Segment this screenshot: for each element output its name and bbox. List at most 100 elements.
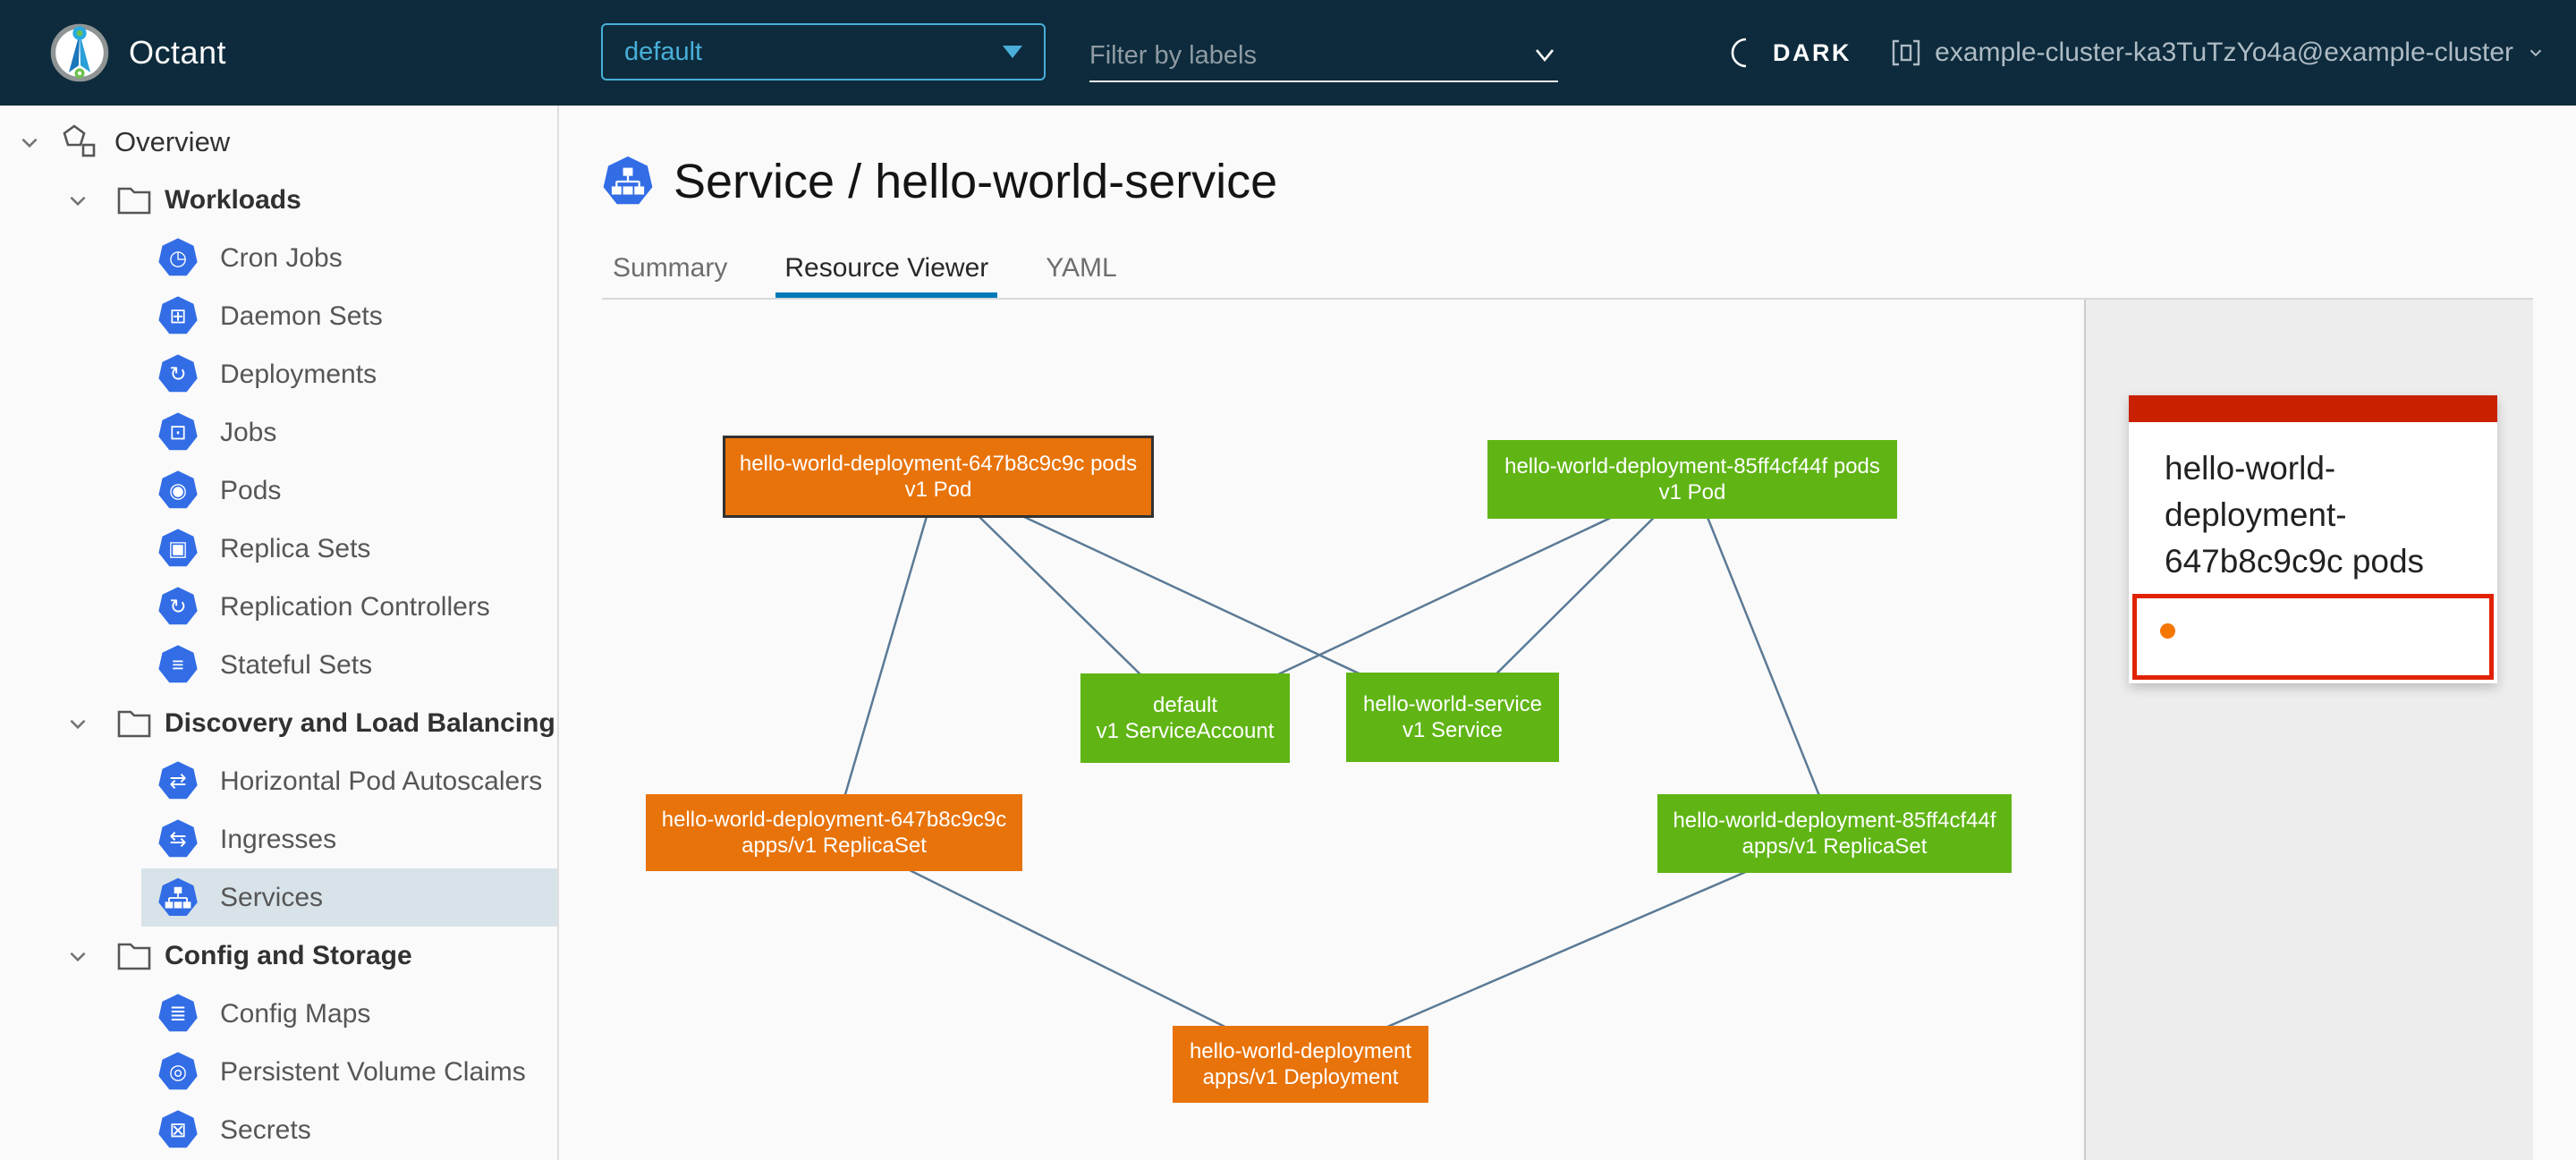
folder-icon — [114, 704, 154, 743]
chevron-down-icon[interactable] — [66, 712, 107, 735]
sidebar-item-deployments[interactable]: ↻ Deployments — [141, 345, 557, 403]
sidebar-item-label: Services — [220, 883, 323, 913]
graph-node-deployment[interactable]: hello-world-deploymentapps/v1 Deployment — [1173, 1026, 1428, 1103]
cluster-icon — [1890, 37, 1922, 69]
graph-node-kind: apps/v1 ReplicaSet — [1742, 834, 1928, 859]
chevron-down-icon[interactable] — [18, 131, 59, 154]
sidebar-item-daemon-sets[interactable]: ⊞Daemon Sets — [141, 287, 557, 345]
resource-viewer-canvas[interactable]: hello-world-deployment-647b8c9c9c podsv1… — [559, 300, 2084, 1160]
graph-node-name: hello-world-deployment-647b8c9c9c pods — [740, 451, 1137, 477]
app-header: Octant default DARK example-cluster-ka3T… — [0, 0, 2576, 106]
folder-icon — [114, 936, 154, 976]
chevron-down-icon[interactable] — [1531, 45, 1558, 66]
service-icon — [602, 156, 654, 207]
graph-node-kind: v1 Service — [1402, 717, 1503, 743]
page-title: Service / hello-world-service — [602, 154, 1277, 209]
secrets-icon: ⊠ — [157, 1110, 199, 1151]
sidebar-item-label: Config and Storage — [165, 941, 412, 971]
graph-node-name: hello-world-deployment-85ff4cf44f pods — [1504, 453, 1880, 479]
tab-summary[interactable]: Summary — [604, 238, 736, 299]
graph-node-pod-85f[interactable]: hello-world-deployment-85ff4cf44f podsv1… — [1487, 440, 1897, 519]
sidebar-item-jobs[interactable]: ⊡ Jobs — [141, 403, 557, 461]
sidebar-item-cron-jobs[interactable]: ◷ Cron Jobs — [141, 229, 557, 287]
graph-node-rs-647[interactable]: hello-world-deployment-647b8c9c9capps/v1… — [646, 794, 1022, 871]
pod-status-dot[interactable] — [2160, 623, 2175, 639]
filter-by-labels-input[interactable] — [1089, 41, 1531, 71]
sidebar-item-label: Cron Jobs — [220, 243, 343, 274]
sidebar-item-secrets[interactable]: ⊠ Secrets — [141, 1101, 557, 1159]
cron-jobs-icon: ◷ — [157, 238, 199, 279]
sidebar-item-label: Secrets — [220, 1115, 311, 1146]
tab-bar: Summary Resource Viewer YAML — [604, 238, 1165, 299]
graph-node-rs-85f[interactable]: hello-world-deployment-85ff4cf44fapps/v1… — [1657, 794, 2012, 873]
sidebar-item-label: Ingresses — [220, 825, 336, 855]
pod-status-box[interactable] — [2132, 594, 2494, 680]
graph-node-name: hello-world-deployment-647b8c9c9c — [662, 807, 1007, 833]
stateful-sets-icon: ≡ — [157, 645, 199, 686]
deployments-icon: ↻ — [157, 354, 199, 395]
graph-node-kind: v1 ServiceAccount — [1097, 718, 1275, 744]
sidebar-item-label: Daemon Sets — [220, 301, 383, 332]
sidebar-item-label: Horizontal Pod Autoscalers — [220, 766, 542, 797]
graph-node-kind: v1 Pod — [905, 477, 972, 503]
folder-icon — [114, 181, 154, 220]
sidebar-item-label: Workloads — [165, 185, 301, 216]
sidebar-item-replication-controllers[interactable]: ↻ Replication Controllers — [141, 578, 557, 636]
graph-edge-pod-85f-rs-85f — [1692, 479, 1835, 834]
graph-node-kind: apps/v1 Deployment — [1203, 1064, 1399, 1090]
graph-node-sa-default[interactable]: defaultv1 ServiceAccount — [1080, 673, 1290, 763]
sidebar-item-label: Stateful Sets — [220, 650, 372, 681]
sidebar-item-services[interactable]: Services — [141, 868, 557, 927]
graph-node-svc-hello-world-service[interactable]: hello-world-servicev1 Service — [1346, 673, 1559, 762]
sidebar-item-label: Replication Controllers — [220, 592, 490, 622]
cluster-context-selector[interactable]: example-cluster-ka3TuTzYo4a@example-clus… — [1890, 0, 2546, 106]
sidebar-item-discovery-and-load-balancing[interactable]: Discovery and Load Balancing — [0, 694, 557, 752]
graph-node-name: hello-world-service — [1363, 691, 1542, 717]
cluster-context-label: example-cluster-ka3TuTzYo4a@example-clus… — [1935, 38, 2513, 68]
horizontal-pod-autoscalers-icon: ⇄ — [157, 761, 199, 802]
sidebar-item-config-maps[interactable]: ≣ Config Maps — [141, 985, 557, 1043]
sidebar-item-label: Config Maps — [220, 999, 370, 1029]
replication-controllers-icon: ↻ — [157, 587, 199, 628]
status-bar-red — [2129, 395, 2497, 422]
sidebar-item-overview[interactable]: Overview — [0, 113, 557, 171]
page-title-text: Service / hello-world-service — [674, 154, 1277, 209]
graph-node-kind: v1 Pod — [1659, 479, 1726, 505]
sidebar-item-stateful-sets[interactable]: ≡ Stateful Sets — [141, 636, 557, 694]
graph-node-name: hello-world-deployment-85ff4cf44f — [1673, 808, 1996, 834]
node-detail-title: hello-world-deployment-647b8c9c9c pods — [2129, 422, 2497, 590]
persistent-volume-claims-icon: ◎ — [157, 1052, 199, 1093]
ingresses-icon: ⇆ — [157, 819, 199, 860]
chevron-down-icon[interactable] — [66, 189, 107, 212]
graph-node-pod-647[interactable]: hello-world-deployment-647b8c9c9c podsv1… — [723, 436, 1154, 518]
chevron-down-icon[interactable] — [66, 944, 107, 968]
graph-node-name: default — [1153, 692, 1217, 718]
sidebar-item-label: Jobs — [220, 418, 276, 448]
sidebar-item-label: Persistent Volume Claims — [220, 1057, 526, 1088]
graph-edge-pod-647-rs-647 — [835, 477, 939, 833]
namespace-dropdown[interactable]: default — [601, 23, 1046, 80]
jobs-icon: ⊡ — [157, 412, 199, 453]
sidebar-item-ingresses[interactable]: ⇆ Ingresses — [141, 810, 557, 868]
services-icon — [157, 877, 199, 919]
page-gutter — [2533, 300, 2576, 1160]
sidebar-item-replica-sets[interactable]: ▣Replica Sets — [141, 520, 557, 578]
tab-resource-viewer[interactable]: Resource Viewer — [775, 238, 997, 299]
theme-toggle-dark[interactable]: DARK — [1726, 0, 1852, 106]
config-maps-icon: ≣ — [157, 994, 199, 1035]
sidebar-item-config-and-storage[interactable]: Config and Storage — [0, 927, 557, 985]
sidebar-item-workloads[interactable]: Workloads — [0, 171, 557, 229]
sidebar-item-persistent-volume-claims[interactable]: ◎ Persistent Volume Claims — [141, 1043, 557, 1101]
sidebar-item-horizontal-pod-autoscalers[interactable]: ⇄ Horizontal Pod Autoscalers — [141, 752, 557, 810]
node-detail-card[interactable]: hello-world-deployment-647b8c9c9c pods — [2129, 395, 2497, 683]
namespace-dropdown-value: default — [624, 38, 702, 67]
sidebar-item-label: Deployments — [220, 360, 377, 390]
sidebar-item-pods[interactable]: ◉ Pods — [141, 461, 557, 520]
sidebar-item-label: Pods — [220, 476, 281, 506]
overview-icon — [59, 122, 100, 163]
sidebar-item-label: Replica Sets — [220, 534, 370, 564]
tab-yaml[interactable]: YAML — [1037, 238, 1125, 299]
octant-logo-icon — [48, 21, 111, 84]
pods-icon: ◉ — [157, 470, 199, 512]
sidebar-item-label: Overview — [114, 126, 230, 158]
